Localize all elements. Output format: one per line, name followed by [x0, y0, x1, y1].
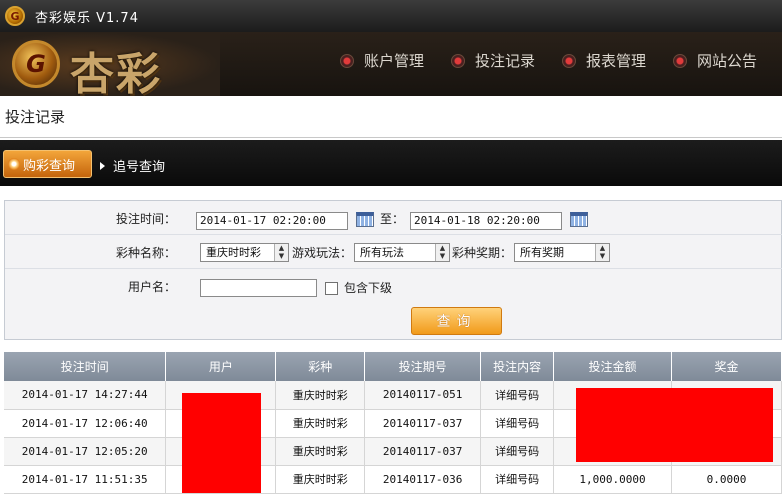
window-title-bar: G 杏彩娱乐 V1.74	[0, 0, 782, 32]
query-button[interactable]: 查询	[411, 307, 502, 335]
username-label: 用户名：	[127, 280, 176, 294]
header-banner: G 杏彩 账户管理 投注记录 报表管理 网站公告	[0, 32, 782, 96]
page-title: 投注记录	[5, 108, 66, 126]
tab-label: 购彩查询	[23, 158, 76, 174]
to-label: 至：	[380, 212, 405, 226]
select-arrows-icon: ▲ ▼	[595, 244, 609, 261]
lottery-select-value: 重庆时时彩	[206, 246, 261, 259]
brand-emblem-icon: G	[12, 40, 60, 88]
table-header-row: 投注时间 用户 彩种 投注期号 投注内容 投注金额 奖金	[4, 352, 782, 381]
include-subordinates-label: 包含下级	[344, 281, 393, 295]
username-input[interactable]	[200, 279, 317, 297]
col-header-lottery: 彩种	[275, 352, 366, 381]
col-header-content: 投注内容	[480, 352, 555, 381]
nav-label: 网站公告	[697, 52, 758, 70]
tab-bullet-icon	[8, 158, 20, 170]
redaction-block-amount	[576, 388, 773, 462]
detail-numbers-link[interactable]: 详细号码	[480, 381, 555, 410]
cell-issue: 20140117-037	[364, 437, 482, 466]
play-select-value: 所有玩法	[360, 246, 404, 259]
nav-dot-icon	[673, 53, 687, 68]
cell-issue: 20140117-036	[364, 465, 482, 494]
nav-account-management[interactable]: 账户管理	[340, 50, 424, 71]
tab-label: 追号查询	[113, 160, 166, 175]
window-title: 杏彩娱乐 V1.74	[35, 10, 139, 26]
calendar-icon[interactable]	[356, 212, 374, 227]
col-header-user: 用户	[165, 352, 277, 381]
select-arrows-icon: ▲ ▼	[274, 244, 288, 261]
detail-numbers-link[interactable]: 详细号码	[480, 437, 555, 466]
end-time-input[interactable]: 2014-01-18 02:20:00	[410, 212, 562, 230]
cell-lottery: 重庆时时彩	[275, 381, 366, 410]
select-arrows-icon: ▲ ▼	[435, 244, 449, 261]
nav-bet-records[interactable]: 投注记录	[451, 50, 535, 71]
brand-logo-text: 杏彩	[70, 49, 162, 96]
tab-bar: 购彩查询 追号查询	[0, 140, 782, 186]
lottery-label: 彩种名称：	[115, 246, 176, 260]
cell-issue: 20140117-037	[364, 409, 482, 438]
prize-period-label: 彩种奖期：	[452, 246, 513, 260]
nav-label: 投注记录	[475, 52, 536, 70]
col-header-prize: 奖金	[671, 352, 782, 381]
nav-dot-icon	[562, 53, 576, 68]
cell-bet-time: 2014-01-17 12:05:20	[4, 437, 167, 466]
filter-panel: 投注时间： 2014-01-17 02:20:00 至： 2014-01-18 …	[4, 200, 782, 340]
start-time-input[interactable]: 2014-01-17 02:20:00	[196, 212, 348, 230]
cell-amount: 1,000.0000	[553, 465, 673, 494]
lottery-select[interactable]: 重庆时时彩 ▲ ▼	[200, 243, 289, 262]
filter-row-user: 用户名： 包含下级	[5, 269, 782, 303]
nav-label: 报表管理	[586, 52, 647, 70]
nav-dot-icon	[451, 53, 465, 68]
prize-period-select[interactable]: 所有奖期 ▲ ▼	[514, 243, 610, 262]
cell-bet-time: 2014-01-17 14:27:44	[4, 381, 167, 410]
play-label: 游戏玩法：	[292, 246, 353, 260]
cell-lottery: 重庆时时彩	[275, 409, 366, 438]
nav-site-announcements[interactable]: 网站公告	[673, 50, 757, 71]
detail-numbers-link[interactable]: 详细号码	[480, 409, 555, 438]
prize-period-select-value: 所有奖期	[520, 246, 564, 259]
nav-report-management[interactable]: 报表管理	[562, 50, 646, 71]
triangle-right-icon	[100, 161, 105, 170]
col-header-amount: 投注金额	[553, 352, 673, 381]
tab-purchase-query[interactable]: 购彩查询	[3, 150, 92, 178]
cell-lottery: 重庆时时彩	[275, 465, 366, 494]
cell-prize: 0.0000	[671, 465, 782, 494]
col-header-bet-time: 投注时间	[4, 352, 167, 381]
tab-chase-query[interactable]: 追号查询	[100, 156, 165, 175]
cell-bet-time: 2014-01-17 11:51:35	[4, 465, 167, 494]
cell-bet-time: 2014-01-17 12:06:40	[4, 409, 167, 438]
time-label: 投注时间：	[115, 212, 176, 226]
nav-dot-icon	[340, 53, 354, 68]
app-logo-icon: G	[5, 6, 25, 26]
include-subordinates-checkbox[interactable]	[325, 282, 338, 295]
calendar-icon[interactable]	[570, 212, 588, 227]
redaction-block-user	[182, 393, 261, 493]
filter-row-lottery: 彩种名称： 重庆时时彩 ▲ ▼ 游戏玩法： 所有玩法 ▲ ▼ 彩种奖期： 所有奖期 …	[5, 235, 782, 269]
filter-row-time: 投注时间： 2014-01-17 02:20:00 至： 2014-01-18 …	[5, 201, 782, 235]
cell-lottery: 重庆时时彩	[275, 437, 366, 466]
play-select[interactable]: 所有玩法 ▲ ▼	[354, 243, 450, 262]
page-title-bar: 投注记录	[0, 96, 782, 138]
nav-label: 账户管理	[364, 52, 425, 70]
col-header-issue: 投注期号	[364, 352, 482, 381]
cell-issue: 20140117-051	[364, 381, 482, 410]
detail-numbers-link[interactable]: 详细号码	[480, 465, 555, 494]
table-row: 2014-01-17 11:51:35 重庆时时彩 20140117-036 详…	[4, 465, 782, 494]
